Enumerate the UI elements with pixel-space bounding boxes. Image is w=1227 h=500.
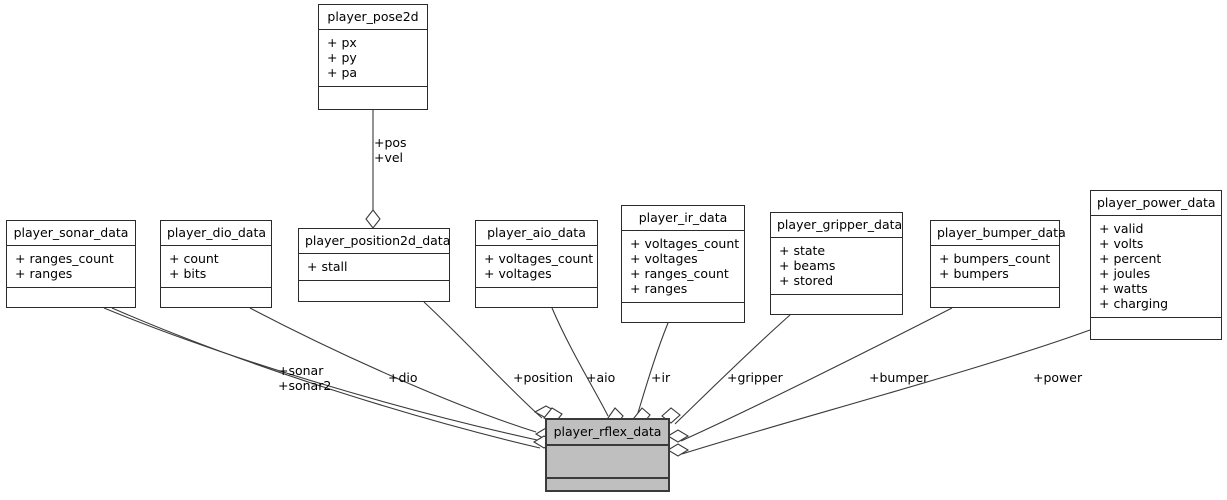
attribute-row: + pa [327, 65, 358, 80]
attribute-row: + joules [1099, 266, 1151, 281]
class-operations-player-position2d-data [299, 281, 449, 301]
aggregation-diamond-power [666, 443, 690, 457]
class-operations-player-power-data [1091, 318, 1221, 339]
class-box-player-aio-data[interactable]: player_aio_data + voltages_count + volta… [475, 220, 598, 308]
edge-label-line: +sonar2 [278, 378, 332, 393]
class-operations-player-rflex-data [547, 479, 668, 497]
class-name-player-bumper-data: player_bumper_data [931, 221, 1066, 246]
class-attributes-player-position2d-data: + stall [299, 254, 449, 281]
attribute-row: + voltages_count [630, 236, 740, 251]
aggregation-diamond-position2d-top [365, 209, 381, 229]
attribute-row: + stored [779, 273, 833, 288]
class-attributes-player-aio-data: + voltages_count + voltages [476, 246, 597, 288]
edge-label-bumper: +bumper [869, 370, 928, 385]
attribute-row: + percent [1099, 251, 1162, 266]
class-name-player-aio-data: player_aio_data [476, 221, 597, 246]
attribute-row: + valid [1099, 221, 1144, 236]
edge-label-aio: +aio [586, 370, 615, 385]
edge-label-position: +position [513, 370, 573, 385]
class-name-player-power-data: player_power_data [1091, 191, 1221, 216]
edge-label-line: +bumper [869, 370, 929, 385]
attribute-row: + voltages [484, 266, 552, 281]
edge-label-line: +pos [374, 135, 407, 150]
class-operations-player-dio-data [161, 288, 271, 307]
edge-label-line: +gripper [727, 370, 783, 385]
attribute-row: + ranges [15, 266, 73, 281]
attribute-row: + watts [1099, 281, 1148, 296]
class-box-player-gripper-data[interactable]: player_gripper_data + state + beams + st… [770, 212, 903, 315]
attribute-row: + count [169, 251, 219, 266]
class-attributes-player-pose2d: + px + py + pa [319, 30, 427, 87]
class-box-player-sonar-data[interactable]: player_sonar_data + ranges_count + range… [6, 220, 136, 308]
attribute-row: + bits [169, 266, 207, 281]
class-operations-player-sonar-data [7, 288, 135, 307]
class-attributes-player-ir-data: + voltages_count + voltages + ranges_cou… [622, 231, 744, 303]
edge-label-line: +vel [374, 150, 404, 165]
edge-position [423, 301, 543, 419]
aggregation-diamond-bumper [666, 429, 690, 443]
class-name-player-rflex-data: player_rflex_data [547, 420, 668, 446]
edge-label-dio: +dio [388, 370, 418, 385]
class-operations-player-ir-data [622, 303, 744, 322]
class-operations-player-gripper-data [771, 295, 902, 314]
edge-label-sonar: +sonar +sonar2 [278, 363, 331, 393]
class-name-player-sonar-data: player_sonar_data [7, 221, 135, 246]
edge-label-power: +power [1033, 370, 1082, 385]
class-box-player-ir-data[interactable]: player_ir_data + voltages_count + voltag… [621, 205, 745, 323]
class-box-player-bumper-data[interactable]: player_bumper_data + bumpers_count + bum… [930, 220, 1066, 308]
class-name-player-gripper-data: player_gripper_data [771, 213, 902, 238]
class-attributes-player-power-data: + valid + volts + percent + joules + wat… [1091, 216, 1221, 318]
class-operations-player-pose2d [319, 87, 427, 109]
edge-label-line: +position [513, 370, 573, 385]
class-operations-player-aio-data [476, 288, 597, 307]
edge-label-ir: +ir [651, 370, 670, 385]
attribute-row: + stall [307, 259, 348, 274]
class-box-player-power-data[interactable]: player_power_data + valid + volts + perc… [1090, 190, 1222, 340]
class-name-player-dio-data: player_dio_data [161, 221, 271, 246]
class-operations-player-bumper-data [931, 288, 1059, 307]
attribute-row: + volts [1099, 236, 1144, 251]
edge-label-line: +ir [651, 370, 671, 385]
edge-label-line: +dio [388, 370, 418, 385]
edge-aio [551, 307, 609, 417]
attribute-row: + ranges [630, 281, 688, 296]
class-box-player-dio-data[interactable]: player_dio_data + count + bits [160, 220, 272, 308]
attribute-row: + voltages_count [484, 251, 594, 266]
edge-label-line: +sonar [278, 363, 324, 378]
attribute-row: + bumpers_count [939, 251, 1051, 266]
attribute-row: + bumpers [939, 266, 1009, 281]
attribute-row: + beams [779, 258, 836, 273]
class-box-player-rflex-data[interactable]: player_rflex_data [545, 418, 670, 492]
attribute-row: + voltages [630, 251, 698, 266]
class-name-player-ir-data: player_ir_data [622, 206, 744, 231]
uml-class-diagram-canvas: player_pose2d + px + py + pa player_sona… [0, 0, 1227, 500]
edge-label-gripper: +gripper [727, 370, 783, 385]
class-box-player-pose2d[interactable]: player_pose2d + px + py + pa [318, 4, 428, 110]
attribute-row: + state [779, 243, 826, 258]
attribute-row: + ranges_count [15, 251, 114, 266]
class-box-player-position2d-data[interactable]: player_position2d_data + stall [298, 228, 450, 302]
edge-label-line: +aio [586, 370, 616, 385]
attribute-row: + ranges_count [630, 266, 729, 281]
class-attributes-player-sonar-data: + ranges_count + ranges [7, 246, 135, 288]
class-name-player-position2d-data: player_position2d_data [299, 229, 450, 254]
class-attributes-player-rflex-data [547, 446, 668, 479]
attribute-row: + py [327, 50, 357, 65]
aggregation-diamond-dio [533, 405, 559, 419]
attribute-row: + charging [1099, 296, 1169, 311]
edge-label-pos-vel: +pos +vel [374, 135, 407, 165]
class-attributes-player-dio-data: + count + bits [161, 246, 271, 288]
class-attributes-player-gripper-data: + state + beams + stored [771, 238, 902, 295]
edge-label-line: +power [1033, 370, 1083, 385]
attribute-row: + px [327, 35, 357, 50]
class-attributes-player-bumper-data: + bumpers_count + bumpers [931, 246, 1059, 288]
edge-power [681, 329, 1091, 455]
class-name-player-pose2d: player_pose2d [319, 5, 427, 30]
